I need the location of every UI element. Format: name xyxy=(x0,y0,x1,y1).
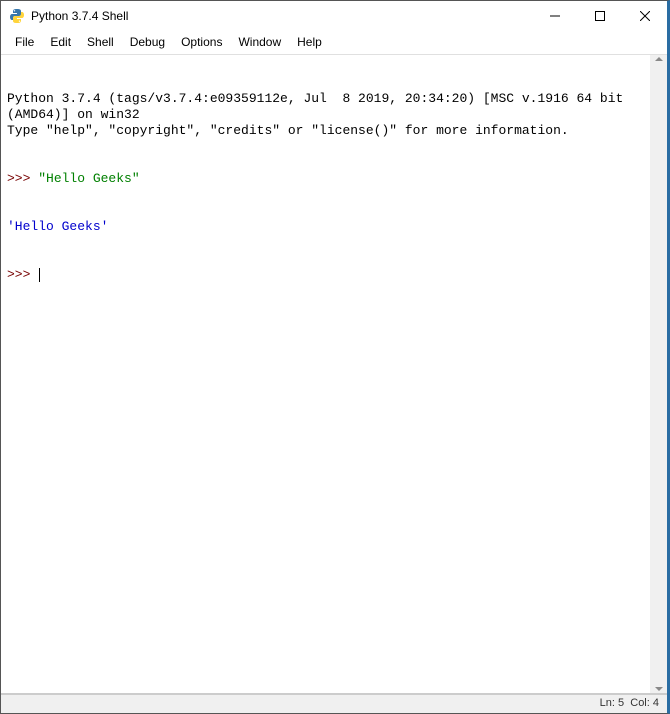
menu-options[interactable]: Options xyxy=(173,33,230,51)
text-cursor xyxy=(39,268,40,282)
menu-edit[interactable]: Edit xyxy=(42,33,79,51)
ln-label: Ln: xyxy=(600,697,615,709)
banner-text: Python 3.7.4 (tags/v3.7.4:e09359112e, Ju… xyxy=(7,91,661,139)
menu-debug[interactable]: Debug xyxy=(122,33,173,51)
ln-value: 5 xyxy=(618,697,624,709)
output-text: 'Hello Geeks' xyxy=(7,219,661,235)
shell-line: >>> "Hello Geeks" xyxy=(7,171,661,187)
status-bar: Ln: 5 Col: 4 xyxy=(1,693,667,713)
menu-bar: File Edit Shell Debug Options Window Hel… xyxy=(1,31,667,55)
scroll-down-icon[interactable] xyxy=(655,687,663,691)
menu-window[interactable]: Window xyxy=(230,33,289,51)
window-controls xyxy=(532,1,667,31)
close-button[interactable] xyxy=(622,1,667,31)
window-title: Python 3.7.4 Shell xyxy=(31,9,532,23)
col-value: 4 xyxy=(653,697,659,709)
minimize-button[interactable] xyxy=(532,1,577,31)
prompt: >>> xyxy=(7,267,38,282)
col-label: Col: xyxy=(630,697,650,709)
shell-line: >>> xyxy=(7,267,661,283)
title-bar: Python 3.7.4 Shell xyxy=(1,1,667,31)
menu-shell[interactable]: Shell xyxy=(79,33,122,51)
maximize-button[interactable] xyxy=(577,1,622,31)
python-icon xyxy=(9,8,25,24)
input-text: "Hello Geeks" xyxy=(38,171,139,186)
menu-file[interactable]: File xyxy=(7,33,42,51)
scroll-up-icon[interactable] xyxy=(655,57,663,61)
prompt: >>> xyxy=(7,171,38,186)
vertical-scrollbar[interactable] xyxy=(650,55,667,693)
shell-editor[interactable]: Python 3.7.4 (tags/v3.7.4:e09359112e, Ju… xyxy=(1,55,667,693)
menu-help[interactable]: Help xyxy=(289,33,330,51)
